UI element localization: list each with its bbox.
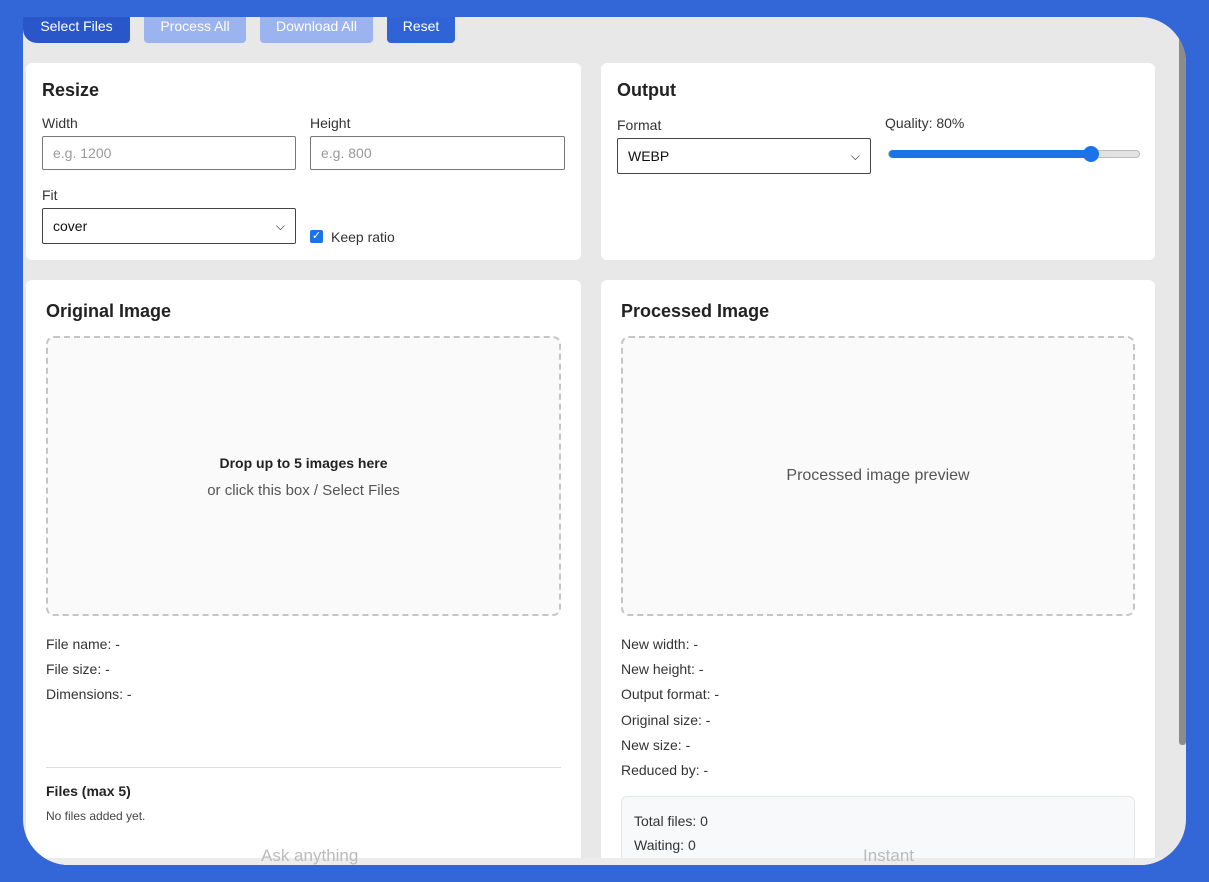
- download-all-button[interactable]: Download All: [260, 17, 373, 43]
- output-title: Output: [617, 80, 676, 100]
- resize-title: Resize: [42, 80, 100, 100]
- quality-slider-fill: [889, 150, 1091, 158]
- fit-select[interactable]: cover ⌵: [42, 208, 296, 244]
- quality-slider[interactable]: [888, 146, 1140, 162]
- quality-label: Quality: 80%: [885, 115, 965, 131]
- format-label: Format: [617, 117, 662, 133]
- files-list-title: Files (max 5): [46, 783, 131, 799]
- width-label: Width: [42, 115, 78, 131]
- output-panel: Output Format WEBP ⌵ Quality: 80%: [601, 63, 1155, 260]
- files-empty-text: No files added yet.: [46, 809, 146, 823]
- process-all-button[interactable]: Process All: [144, 17, 246, 43]
- bottom-edge: [23, 858, 1186, 865]
- reduced-by-info: Reduced by: -: [621, 762, 709, 778]
- reset-button[interactable]: Reset: [387, 17, 455, 43]
- background-instant-text: Instant: [863, 846, 915, 865]
- background-ask-text: Ask anything: [261, 846, 359, 865]
- quality-slider-thumb[interactable]: [1083, 146, 1099, 162]
- keep-ratio-checkbox[interactable]: ✓: [310, 230, 323, 243]
- format-select[interactable]: WEBP ⌵: [617, 138, 871, 174]
- file-name-info: File name: -: [46, 636, 120, 652]
- processed-image-title: Processed Image: [621, 301, 770, 321]
- file-size-info: File size: -: [46, 661, 110, 677]
- new-height-info: New height: -: [621, 661, 704, 677]
- original-size-info: Original size: -: [621, 712, 711, 728]
- scrollbar[interactable]: [1179, 35, 1186, 745]
- drop-zone[interactable]: Drop up to 5 images here or click this b…: [46, 336, 561, 616]
- drop-zone-subtitle: or click this box / Select Files: [207, 482, 400, 499]
- new-width-info: New width: -: [621, 636, 699, 652]
- app-window: Select Files Process All Download All Re…: [23, 17, 1186, 865]
- width-input[interactable]: [42, 136, 296, 170]
- select-files-button[interactable]: Select Files: [23, 17, 130, 43]
- format-select-value: WEBP: [628, 148, 670, 164]
- height-label: Height: [310, 115, 351, 131]
- total-files-info: Total files: 0: [634, 813, 708, 829]
- original-image-title: Original Image: [46, 301, 172, 321]
- keep-ratio-label: Keep ratio: [331, 229, 395, 245]
- waiting-info: Waiting: 0: [634, 837, 696, 853]
- fit-label: Fit: [42, 187, 58, 203]
- height-input[interactable]: [310, 136, 565, 170]
- output-format-info: Output format: -: [621, 686, 720, 702]
- resize-panel: Resize Width Height Fit cover ⌵ ✓ Keep r…: [26, 63, 581, 260]
- fit-select-value: cover: [53, 218, 88, 234]
- chevron-down-icon: ⌵: [850, 148, 860, 163]
- divider: [46, 767, 561, 768]
- processed-preview-text: Processed image preview: [786, 467, 970, 484]
- drop-zone-title: Drop up to 5 images here: [219, 455, 388, 471]
- processed-preview: Processed image preview: [621, 336, 1135, 616]
- chevron-down-icon: ⌵: [275, 218, 285, 233]
- new-size-info: New size: -: [621, 737, 691, 753]
- original-image-panel: Original Image Drop up to 5 images here …: [26, 280, 581, 865]
- dimensions-info: Dimensions: -: [46, 686, 132, 702]
- processed-image-panel: Processed Image Processed image preview …: [601, 280, 1155, 865]
